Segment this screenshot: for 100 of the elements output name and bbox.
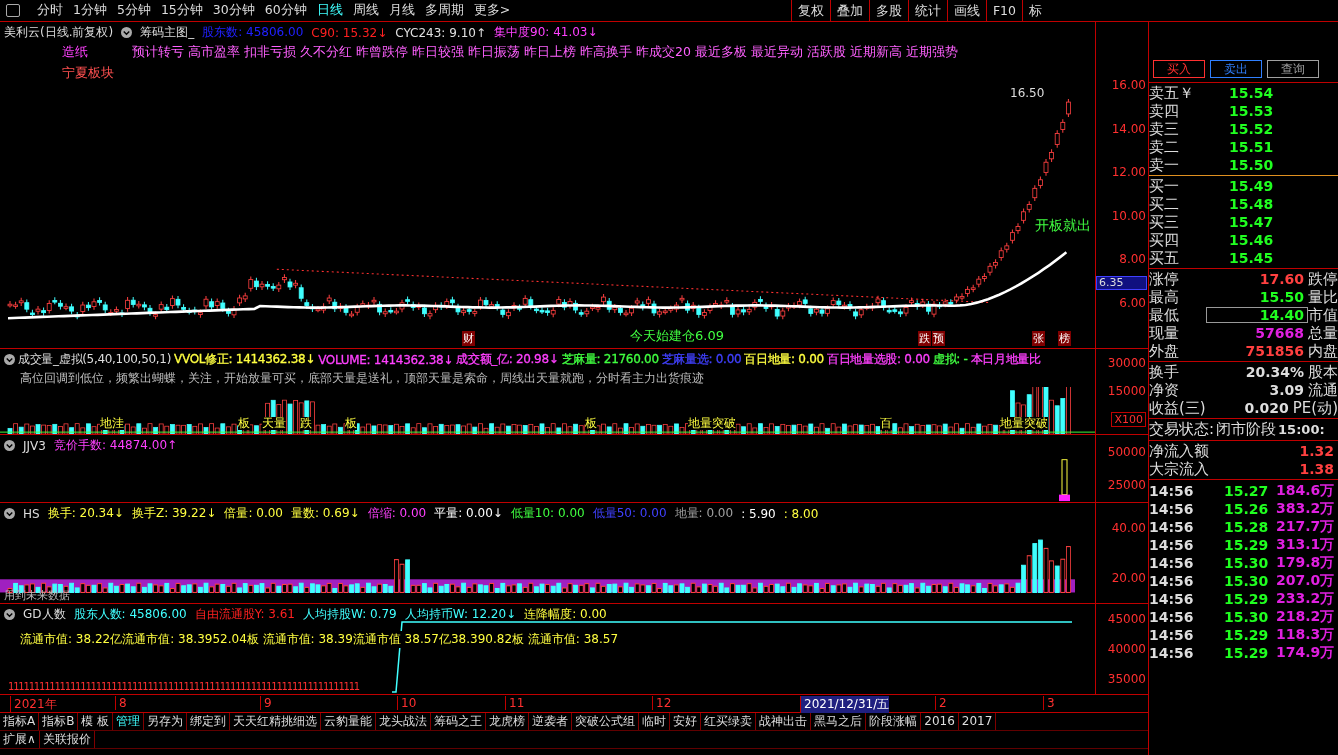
toolbar-button[interactable]: 叠加 <box>829 0 869 21</box>
axis-label: 12.00 <box>1111 165 1146 180</box>
dropdown-icon[interactable] <box>121 27 133 38</box>
indicator-readout: 芝麻量选: 0.00 <box>661 351 742 368</box>
tick-time: 14:56 <box>1149 537 1195 553</box>
stock-tag: 昨高换手 <box>580 44 632 61</box>
indicator-readout: VVOL修正: 1414362.38↓ <box>174 351 316 368</box>
panel-tab[interactable]: 关联报价 <box>39 731 95 748</box>
formula-tab[interactable]: 筹码之王 <box>431 713 487 730</box>
period-tab[interactable]: 30分钟 <box>207 2 260 19</box>
formula-tab[interactable]: 2016 <box>921 713 959 730</box>
order-price: 15.45 <box>1229 250 1274 266</box>
axis-label: 40000 <box>1107 642 1146 656</box>
order-price: 15.54 <box>1229 85 1274 101</box>
stock-title: 美利云(日线.前复权) <box>4 24 114 41</box>
formula-tab[interactable]: 安好 <box>670 713 702 730</box>
status-label: 交易状态: <box>1149 420 1215 439</box>
stat-label: 流通 <box>1308 380 1338 400</box>
formula-tab[interactable]: 突破公式组 <box>572 713 640 730</box>
formula-tab[interactable]: 红买绿卖 <box>701 713 757 730</box>
indicator-readout: 竞价手数: 44874.00↑ <box>53 437 178 454</box>
period-tab[interactable]: 日线 <box>311 2 348 19</box>
event-marker[interactable]: 榜 <box>1058 331 1071 346</box>
stat-label: 最高 <box>1149 287 1180 307</box>
axis-label: 10.00 <box>1111 208 1146 223</box>
volume-tag: 板 <box>585 417 597 430</box>
status-time: 15:00: <box>1278 422 1325 437</box>
toolbar-button[interactable]: 标 <box>1022 0 1048 21</box>
formula-tab[interactable]: 管理 <box>113 713 145 730</box>
date-label: 12 <box>652 696 672 710</box>
date-label: 2 <box>935 696 947 710</box>
event-marker[interactable]: 财 <box>462 331 475 346</box>
stock-tag: 最近异动 <box>750 44 803 61</box>
formula-tab[interactable]: 绑定到 <box>187 713 231 730</box>
formula-tab[interactable]: 指标A <box>0 713 40 730</box>
stock-tag: 活跃股 <box>806 44 846 61</box>
indicator-name: GD人数 <box>23 606 66 623</box>
dropdown-icon[interactable] <box>4 440 15 451</box>
stat-value: 14.40 <box>1205 307 1308 323</box>
formula-tab[interactable]: 临时 <box>639 713 671 730</box>
formula-tab[interactable]: 另存为 <box>144 713 188 730</box>
event-marker[interactable]: 预 <box>932 331 945 346</box>
formula-tab[interactable]: 龙头战法 <box>376 713 432 730</box>
dropdown-icon[interactable] <box>4 609 15 620</box>
period-tab[interactable]: 周线 <box>347 2 384 19</box>
date-label: 8 <box>115 696 127 710</box>
flow-value: 1.32 <box>1299 443 1334 459</box>
event-marker[interactable]: 跌 <box>918 331 931 346</box>
formula-tab[interactable]: 天天红精挑细选 <box>230 713 322 730</box>
panel-toggle-icon[interactable] <box>6 4 20 17</box>
trade-button[interactable]: 查询 <box>1267 60 1319 78</box>
dropdown-icon[interactable] <box>4 354 15 365</box>
stat-label: 净资 <box>1149 380 1180 400</box>
indicator-note: 高位回调到低位，频繁出蝴蝶，关注，开始放量可买，底部天量是送礼，顶部天量是索命，周线出天量就跑，分时看主力出货痕迹 <box>19 370 705 387</box>
tick-volume: 313.1万 <box>1276 536 1335 554</box>
order-price: 15.52 <box>1229 121 1274 137</box>
formula-tab[interactable]: 2017 <box>958 713 997 730</box>
event-marker[interactable]: 张 <box>1032 331 1045 346</box>
toolbar-button[interactable]: 复权 <box>790 0 830 21</box>
stock-tag: 昨成交20 <box>636 44 691 61</box>
formula-tab[interactable]: 指标B <box>39 713 79 730</box>
toolbar-button[interactable]: F10 <box>985 0 1022 21</box>
period-tab[interactable]: 15分钟 <box>155 2 208 19</box>
indicator-readout: : 8.00 <box>783 506 819 521</box>
axis-label: 20.00 <box>1111 571 1146 585</box>
formula-tab[interactable]: 龙虎榜 <box>486 713 530 730</box>
indicator-readout: 虚拟: - <box>932 351 968 368</box>
period-tab[interactable]: 60分钟 <box>259 2 312 19</box>
order-price: 15.48 <box>1229 196 1274 212</box>
period-tab[interactable]: 月线 <box>383 2 420 19</box>
period-tab[interactable]: 更多> <box>468 2 516 19</box>
period-tab[interactable]: 1分钟 <box>68 2 112 19</box>
trade-button[interactable]: 卖出 <box>1210 60 1262 78</box>
tick-price: 15.29 <box>1224 645 1270 661</box>
stat-value: 20.34% <box>1244 364 1305 380</box>
stock-tag: 昨日较强 <box>412 44 464 61</box>
stock-tag: 高市盈率 <box>188 44 240 61</box>
period-tab[interactable]: 分时 <box>32 2 68 19</box>
tick-volume: 174.9万 <box>1276 644 1335 662</box>
period-tab[interactable]: 多周期 <box>419 2 469 19</box>
dropdown-icon[interactable] <box>4 508 15 519</box>
tick-volume: 184.6万 <box>1276 482 1335 500</box>
chart-annotation: 16.50 <box>1010 86 1045 100</box>
formula-tab[interactable]: 阶段涨幅 <box>866 713 922 730</box>
stat-label: 收益(三) <box>1149 398 1206 418</box>
formula-tab[interactable]: 云豹量能 <box>321 713 377 730</box>
toolbar-button[interactable]: 画线 <box>946 0 986 21</box>
panel-tab[interactable]: 扩展∧ <box>0 731 40 748</box>
toolbar-button[interactable]: 统计 <box>907 0 947 21</box>
formula-tab[interactable]: 模 板 <box>78 713 114 730</box>
stat-label: 跌停 <box>1308 269 1338 289</box>
formula-tab[interactable]: 黑马之后 <box>811 713 867 730</box>
tick-time: 14:56 <box>1149 555 1195 571</box>
formula-tab[interactable]: 战神出击 <box>756 713 812 730</box>
toolbar-button[interactable]: 多股 <box>868 0 908 21</box>
formula-tab[interactable]: 逆袭者 <box>529 713 573 730</box>
trade-button[interactable]: 买入 <box>1153 60 1205 78</box>
period-tab[interactable]: 5分钟 <box>111 2 156 19</box>
date-label: 11 <box>505 696 525 710</box>
flow-value: 1.38 <box>1299 461 1334 477</box>
